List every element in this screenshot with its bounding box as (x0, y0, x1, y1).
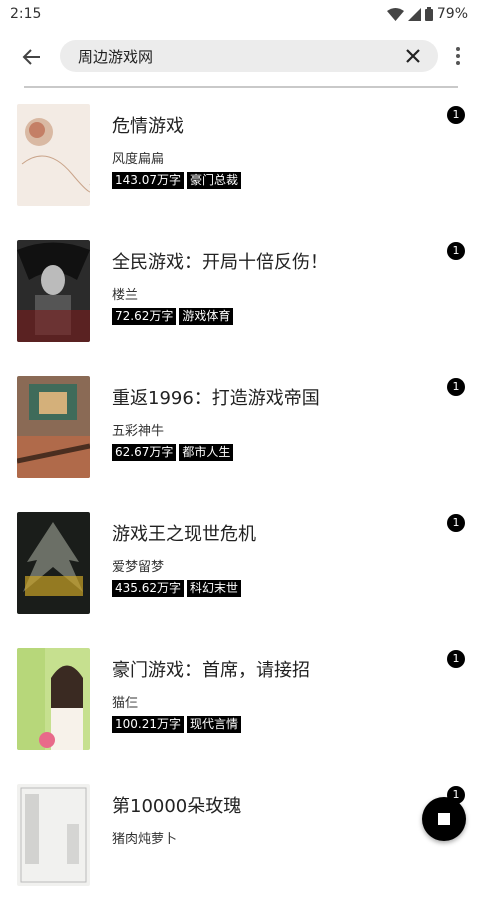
word-count-tag: 62.67万字 (112, 444, 177, 461)
book-tags: 435.62万字 科幻末世 (112, 580, 242, 597)
book-item[interactable]: 第10000朵玫瑰 猪肉炖萝卜 1 (0, 784, 482, 920)
book-title: 游戏王之现世危机 (112, 524, 256, 545)
book-cover (17, 104, 90, 206)
genre-tag: 都市人生 (179, 444, 234, 461)
book-title: 重返1996：打造游戏帝国 (112, 388, 320, 409)
status-icons: 79% (386, 6, 468, 22)
battery-icon (424, 7, 433, 21)
count-badge: 1 (447, 106, 465, 124)
book-cover (17, 376, 90, 478)
book-author: 五彩神牛 (112, 424, 165, 439)
cell-signal-icon (407, 7, 421, 21)
book-cover (17, 648, 90, 750)
book-author: 风度扁扁 (112, 152, 165, 167)
book-title: 全民游戏：开局十倍反伤！ (112, 252, 328, 273)
genre-tag: 现代言情 (187, 716, 242, 733)
stop-icon (438, 813, 450, 825)
book-tags: 100.21万字 现代言情 (112, 716, 242, 733)
book-list: 危情游戏 风度扁扁 143.07万字 豪门总裁 1 全民游戏：开局十倍反伤！ 楼… (0, 104, 482, 920)
book-author: 猫仨 (112, 696, 139, 711)
count-badge: 1 (447, 514, 465, 532)
book-cover (17, 240, 90, 342)
status-time: 2:15 (10, 6, 42, 22)
toolbar-divider (24, 86, 458, 88)
book-tags: 143.07万字 豪门总裁 (112, 172, 242, 189)
arrow-left-icon (22, 49, 40, 65)
count-badge: 1 (447, 242, 465, 260)
more-options-button[interactable] (448, 44, 468, 68)
genre-tag: 游戏体育 (179, 308, 234, 325)
book-tags: 62.67万字 都市人生 (112, 444, 234, 461)
count-badge: 1 (447, 378, 465, 396)
word-count-tag: 143.07万字 (112, 172, 184, 189)
book-item[interactable]: 危情游戏 风度扁扁 143.07万字 豪门总裁 1 (0, 104, 482, 240)
book-item[interactable]: 游戏王之现世危机 爱梦留梦 435.62万字 科幻末世 1 (0, 512, 482, 648)
genre-tag: 豪门总裁 (187, 172, 242, 189)
battery-percent: 79% (436, 6, 468, 22)
close-icon[interactable] (404, 47, 422, 65)
status-bar: 2:15 79% (0, 0, 482, 28)
word-count-tag: 72.62万字 (112, 308, 177, 325)
search-toolbar (0, 38, 482, 74)
word-count-tag: 435.62万字 (112, 580, 184, 597)
book-cover (17, 784, 90, 886)
book-title: 第10000朵玫瑰 (112, 796, 242, 817)
wifi-icon (386, 7, 404, 21)
book-cover (17, 512, 90, 614)
book-tags: 72.62万字 游戏体育 (112, 308, 234, 325)
book-item[interactable]: 豪门游戏：首席，请接招 猫仨 100.21万字 现代言情 1 (0, 648, 482, 784)
search-field[interactable] (60, 40, 438, 72)
book-item[interactable]: 重返1996：打造游戏帝国 五彩神牛 62.67万字 都市人生 1 (0, 376, 482, 512)
book-author: 猪肉炖萝卜 (112, 832, 178, 847)
book-author: 楼兰 (112, 288, 139, 303)
book-author: 爱梦留梦 (112, 560, 165, 575)
stop-button[interactable] (422, 797, 466, 841)
genre-tag: 科幻末世 (187, 580, 242, 597)
search-input[interactable] (78, 47, 378, 65)
book-title: 豪门游戏：首席，请接招 (112, 660, 310, 681)
book-title: 危情游戏 (112, 116, 184, 137)
count-badge: 1 (447, 650, 465, 668)
book-item[interactable]: 全民游戏：开局十倍反伤！ 楼兰 72.62万字 游戏体育 1 (0, 240, 482, 376)
back-button[interactable] (16, 42, 46, 72)
word-count-tag: 100.21万字 (112, 716, 184, 733)
